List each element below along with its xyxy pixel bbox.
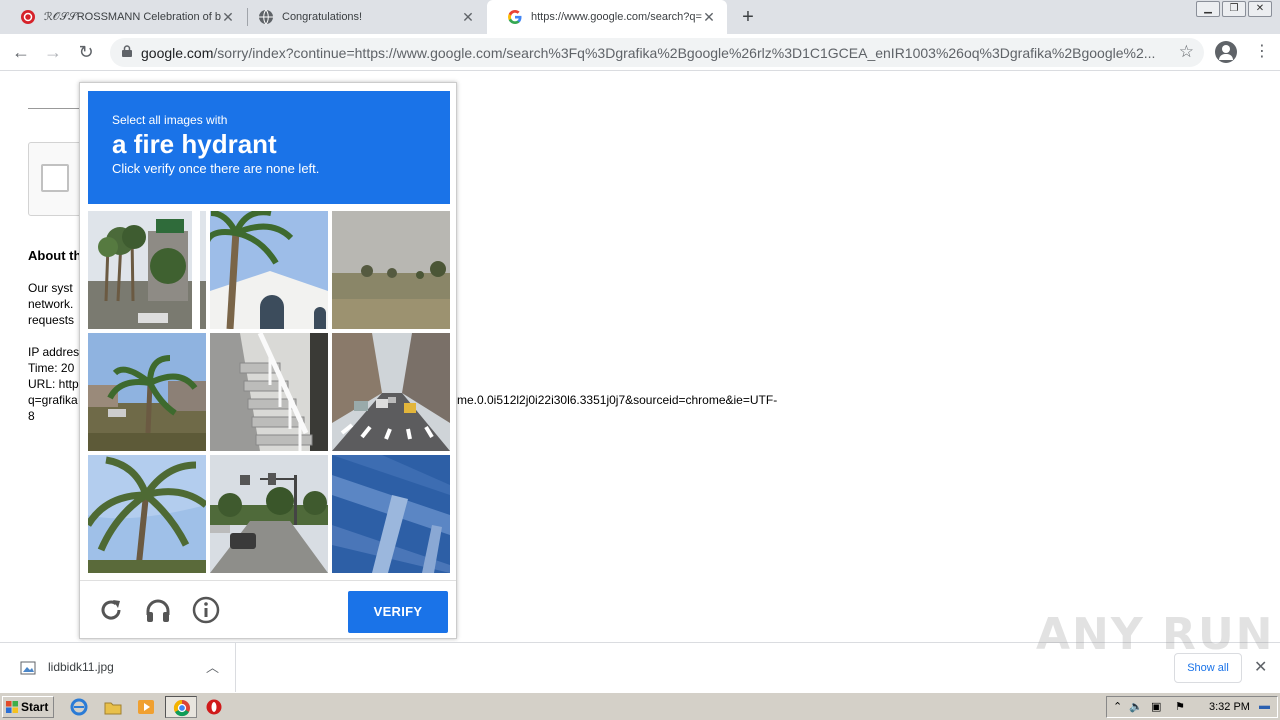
new-tab-button[interactable]: + bbox=[737, 6, 759, 28]
back-arrow-icon[interactable]: ← bbox=[10, 41, 32, 63]
image-tile-city-street-cars[interactable] bbox=[332, 333, 450, 451]
show-all-button[interactable]: Show all bbox=[1174, 653, 1242, 683]
challenge-instruction-text: Click verify once there are none left. bbox=[112, 161, 320, 176]
show-desktop-icon[interactable]: ▬ bbox=[1259, 700, 1270, 712]
image-tile-palm-trees-sign[interactable] bbox=[88, 211, 206, 329]
recaptcha-checkbox[interactable] bbox=[41, 164, 69, 192]
opera-icon[interactable] bbox=[205, 698, 223, 716]
address-bar[interactable]: google.com/sorry/index?continue=https://… bbox=[110, 38, 1204, 67]
paragraph-line: Our syst bbox=[28, 281, 73, 295]
restore-button[interactable]: ❐ bbox=[1222, 1, 1246, 17]
action-center-flag-icon[interactable]: ⚑ bbox=[1175, 700, 1185, 713]
download-bar: lidbidk11.jpg ︿ ANY RUN Show all ✕ bbox=[0, 609, 1280, 693]
tab-google-search[interactable]: https://www.google.com/search?q= ✕ bbox=[487, 0, 727, 34]
url-text: google.com/sorry/index?continue=https://… bbox=[141, 45, 1171, 61]
verify-button[interactable]: VERIFY bbox=[348, 591, 448, 633]
url-tail: me.0.0i512l2j0i22i30l6.3351j0j7&sourceid… bbox=[457, 393, 778, 407]
challenge-object-text: a fire hydrant bbox=[112, 129, 277, 159]
google-favicon-icon bbox=[508, 10, 522, 24]
tray-expand-icon[interactable]: ⌃ bbox=[1113, 700, 1122, 713]
start-button[interactable]: Start bbox=[2, 696, 54, 718]
image-tile-palm-white-building[interactable] bbox=[210, 211, 328, 329]
ip-line: IP addres bbox=[28, 345, 80, 359]
tab-close-icon[interactable]: ✕ bbox=[701, 9, 717, 25]
paragraph-line: network. bbox=[28, 297, 74, 311]
lock-icon bbox=[122, 45, 132, 57]
system-tray: ⌃ 🔈 ▣ ⚑ 3:32 PM ▬ bbox=[1106, 696, 1278, 718]
tab-close-icon[interactable]: ✕ bbox=[220, 9, 236, 25]
windows-taskbar: Start ⌃ 🔈 ▣ ⚑ 3:32 PM ▬ bbox=[0, 692, 1280, 720]
url-path: /sorry/index?continue=https://www.google… bbox=[213, 45, 1156, 61]
image-tile-palm-road[interactable] bbox=[88, 333, 206, 451]
clock: 3:32 PM bbox=[1209, 701, 1250, 713]
tab-close-icon[interactable]: ✕ bbox=[460, 9, 476, 25]
network-icon[interactable]: ▣ bbox=[1151, 700, 1161, 713]
tab-title: Congratulations! bbox=[282, 11, 363, 23]
forward-arrow-icon[interactable]: → bbox=[42, 41, 64, 63]
menu-kebab-icon[interactable]: ⋮ bbox=[1254, 42, 1270, 62]
about-heading: About th bbox=[28, 248, 82, 263]
reload-icon[interactable]: ↻ bbox=[75, 41, 97, 63]
audio-challenge-headphones-icon[interactable] bbox=[143, 595, 173, 625]
folder-icon[interactable] bbox=[104, 698, 122, 716]
volume-icon[interactable]: 🔈 bbox=[1129, 700, 1143, 713]
url-line: 8 bbox=[28, 409, 35, 423]
tab-rossmann[interactable]: ℛ𝒪𝒮𝒮ROSSMANN Celebration of b ✕ bbox=[0, 0, 246, 34]
image-grid bbox=[88, 211, 450, 573]
url-line: URL: http bbox=[28, 377, 79, 391]
url-line: q=grafika bbox=[28, 393, 78, 407]
image-tile-stairs-railing[interactable] bbox=[210, 333, 328, 451]
taskbar-chrome-active[interactable] bbox=[165, 696, 197, 718]
time-line: Time: 20 bbox=[28, 361, 75, 375]
tab-title: ℛ𝒪𝒮𝒮ROSSMANN Celebration of b bbox=[44, 11, 222, 23]
download-file-name: lidbidk11.jpg bbox=[48, 660, 114, 674]
tab-strip: ℛ𝒪𝒮𝒮ROSSMANN Celebration of b ✕ Congratu… bbox=[0, 0, 1280, 34]
challenge-select-text: Select all images with bbox=[112, 113, 228, 127]
window-controls: ▁ ❐ ✕ bbox=[1194, 1, 1272, 17]
windows-flag-icon bbox=[6, 701, 18, 713]
minimize-button[interactable]: ▁ bbox=[1196, 1, 1220, 17]
image-file-icon bbox=[20, 661, 36, 675]
image-tile-field-trees[interactable] bbox=[332, 211, 450, 329]
browser-toolbar: ← → ↻ google.com/sorry/index?continue=ht… bbox=[0, 34, 1280, 71]
start-label: Start bbox=[21, 700, 49, 714]
image-tile-road-traffic-light[interactable] bbox=[210, 455, 328, 573]
reload-challenge-icon[interactable] bbox=[96, 595, 126, 625]
image-tile-palm-fronds[interactable] bbox=[88, 455, 206, 573]
image-tile-blue-structure[interactable] bbox=[332, 455, 450, 573]
bookmark-star-icon[interactable]: ☆ bbox=[1179, 42, 1194, 62]
media-player-icon[interactable] bbox=[137, 698, 155, 716]
recaptcha-challenge: Select all images with a fire hydrant Cl… bbox=[79, 82, 457, 639]
internet-explorer-icon[interactable] bbox=[70, 698, 88, 716]
paragraph-line: requests bbox=[28, 313, 75, 327]
chrome-icon bbox=[173, 699, 190, 717]
close-download-bar-icon[interactable]: ✕ bbox=[1254, 657, 1267, 677]
tab-title: https://www.google.com/search?q= bbox=[531, 11, 702, 23]
globe-icon bbox=[259, 9, 273, 25]
chevron-up-icon[interactable]: ︿ bbox=[206, 657, 219, 676]
close-window-button[interactable]: ✕ bbox=[1248, 1, 1272, 17]
tab-congratulations[interactable]: Congratulations! ✕ bbox=[238, 0, 486, 34]
info-icon[interactable] bbox=[191, 595, 221, 625]
rossmann-favicon-icon bbox=[21, 10, 35, 24]
challenge-footer: VERIFY bbox=[80, 580, 456, 638]
url-host: google.com bbox=[141, 45, 214, 61]
profile-avatar-icon[interactable] bbox=[1215, 41, 1237, 63]
challenge-header: Select all images with a fire hydrant Cl… bbox=[88, 91, 450, 204]
download-item[interactable]: lidbidk11.jpg ︿ bbox=[12, 643, 236, 693]
